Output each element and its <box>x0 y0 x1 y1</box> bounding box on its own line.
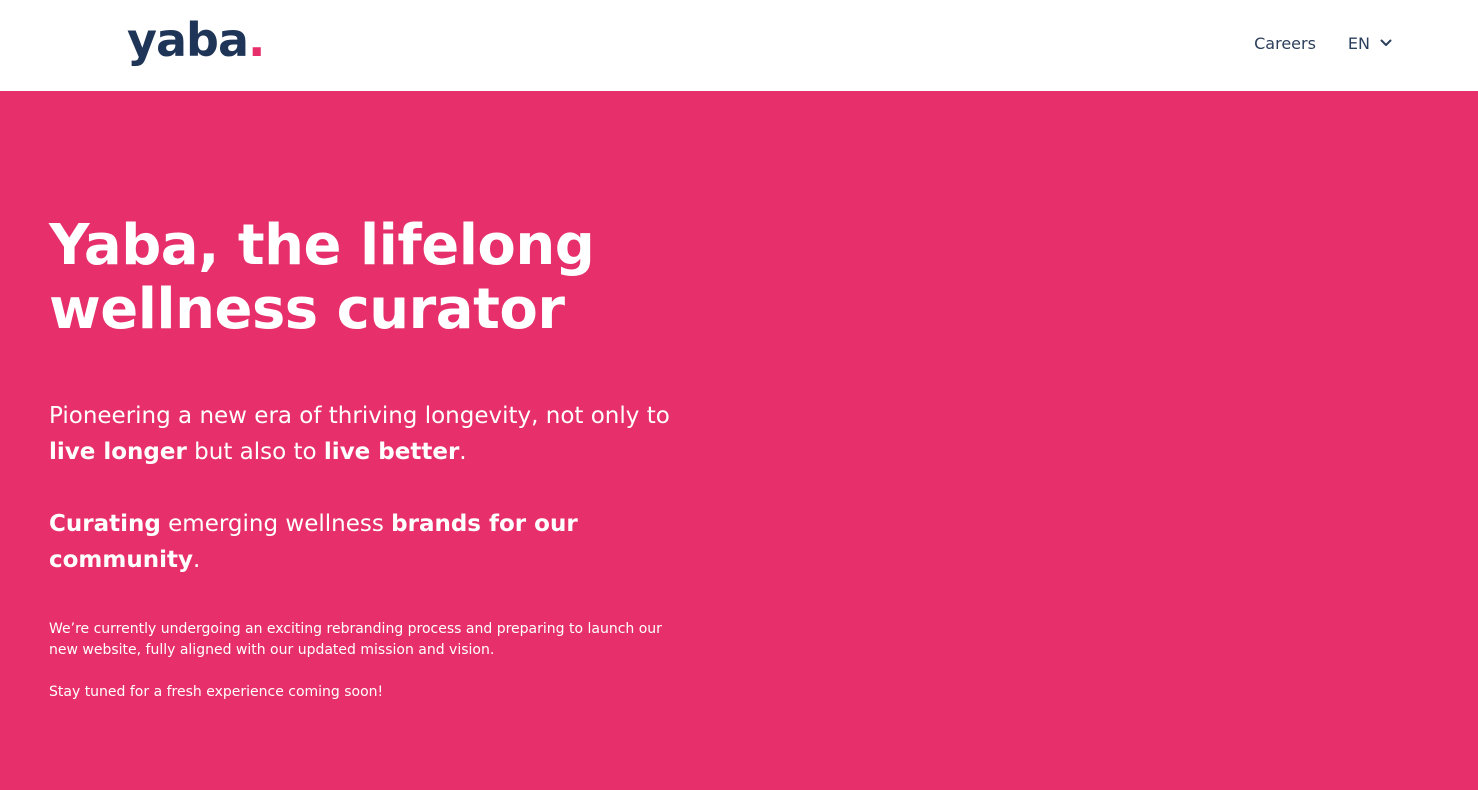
site-header: yaba. Careers EN <box>0 0 1478 91</box>
hero-section: Yaba, the lifelong wellness curator Pion… <box>0 91 1478 790</box>
lead-text: but also to <box>186 439 324 465</box>
curating-text: emerging wellness <box>160 511 392 537</box>
rebranding-note: We’re currently undergoing an exciting r… <box>49 621 662 658</box>
top-nav: Careers EN <box>1254 31 1392 55</box>
logo-dot: . <box>248 13 266 67</box>
coming-soon-note: Stay tuned for a fresh experience coming… <box>49 684 384 700</box>
lead-emphasis: live longer <box>49 439 187 465</box>
lead-text: . <box>459 439 467 465</box>
yaba-logo[interactable]: yaba. <box>127 12 266 68</box>
language-label: EN <box>1347 33 1370 53</box>
hero-lead: Pioneering a new era of thriving longevi… <box>49 398 699 470</box>
hero-curating: Curating emerging wellness brands for ou… <box>49 506 669 578</box>
curating-text: . <box>193 547 201 573</box>
careers-link[interactable]: Careers <box>1254 34 1316 53</box>
language-selector[interactable]: EN <box>1348 34 1392 53</box>
curating-emphasis: Curating <box>49 511 161 537</box>
hero-title: Yaba, the lifelong wellness curator <box>49 213 595 342</box>
logo-text: yaba <box>127 13 249 67</box>
lead-emphasis: live better <box>323 439 460 465</box>
lead-text: Pioneering a new era of thriving longevi… <box>49 403 670 429</box>
chevron-down-icon <box>1380 39 1392 46</box>
